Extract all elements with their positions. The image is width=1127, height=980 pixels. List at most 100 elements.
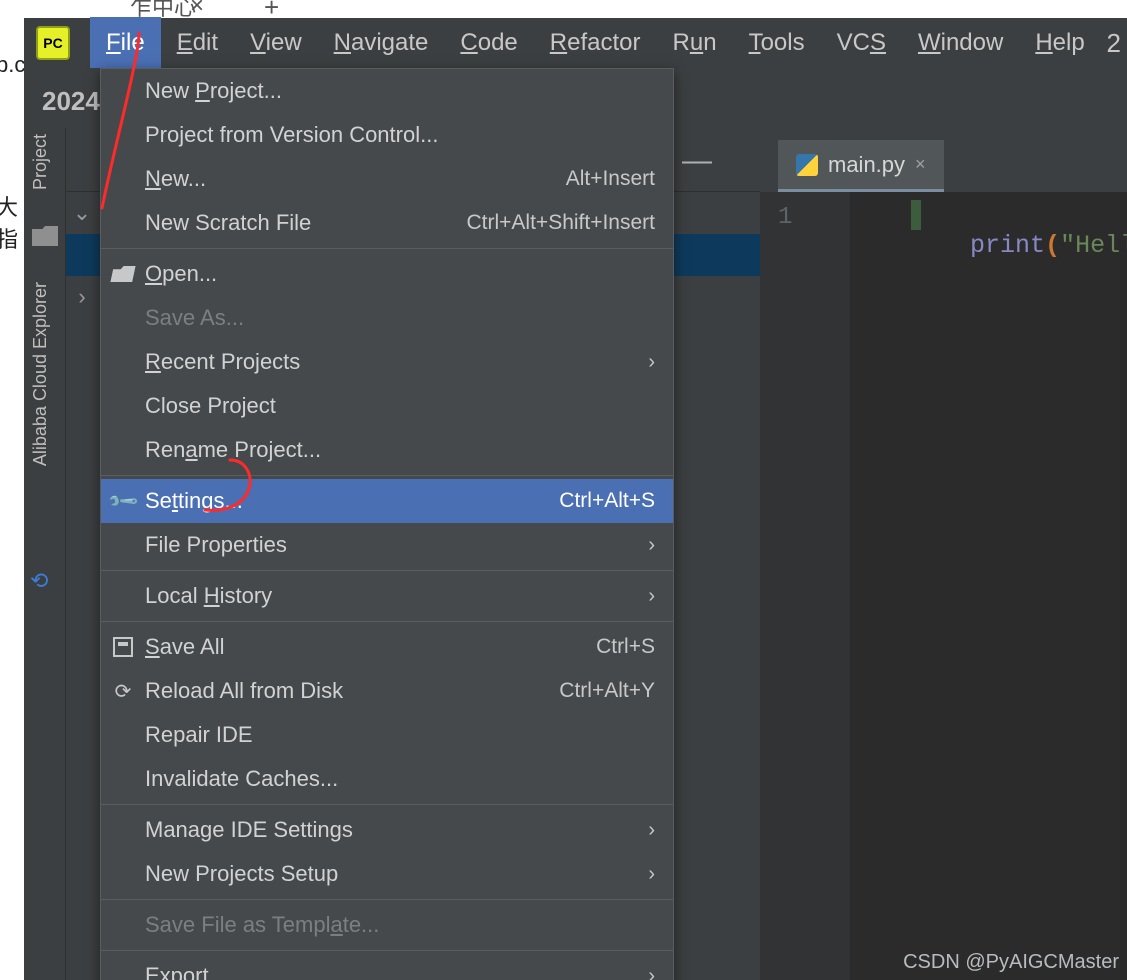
menu-vcs[interactable]: VCS [821, 17, 902, 69]
menu-item-label: Save File as Template... [145, 912, 379, 938]
menu-navigate[interactable]: Navigate [318, 17, 445, 69]
editor-gutter: 1 [760, 192, 850, 980]
code-paren: ( [1045, 231, 1060, 260]
menu-separator [101, 621, 673, 622]
menu-item-save-file-as-template: Save File as Template... [101, 903, 673, 947]
code-string: "Hello Wor [1060, 231, 1127, 260]
editor-tab-label: main.py [828, 152, 905, 178]
chevron-right-icon[interactable]: › [66, 284, 98, 310]
code-fn: print [970, 231, 1045, 260]
menu-item-save-as: Save As... [101, 296, 673, 340]
menu-item-reload-all-from-disk[interactable]: ⟳ Reload All from Disk Ctrl+Alt+Y [101, 669, 673, 713]
menu-separator [101, 950, 673, 951]
menu-item-label: New Scratch File [145, 210, 311, 236]
menu-item-label: Recent Projects [145, 349, 300, 375]
menu-item-rename-project[interactable]: Rename Project... [101, 428, 673, 472]
app-icon-label: PC [43, 35, 62, 51]
menu-item-export[interactable]: Export › [101, 954, 673, 980]
chevron-right-icon: › [648, 965, 655, 980]
left-gutter: Project Alibaba Cloud Explorer ⟲ [24, 128, 66, 980]
menu-code[interactable]: Code [444, 17, 533, 69]
file-menu-dropdown[interactable]: New Project... Project from Version Contr… [100, 68, 674, 980]
menu-item-new-scratch-file[interactable]: New Scratch FileCtrl+Alt+Shift+Insert [101, 201, 673, 245]
menu-item-label: Save As... [145, 305, 244, 331]
menu-bar: PC FileEditViewNavigateCodeRefactorRunTo… [24, 18, 1127, 68]
menu-item-shortcut: Alt+Insert [566, 167, 655, 191]
menu-item-new-projects-setup[interactable]: New Projects Setup › [101, 852, 673, 896]
menu-separator [101, 899, 673, 900]
nav-path-fragment[interactable]: 2024 [42, 86, 100, 117]
menu-item-save-all[interactable]: Save All Ctrl+S [101, 625, 673, 669]
menu-view[interactable]: View [234, 17, 318, 69]
menu-item-recent-projects[interactable]: Recent Projects › [101, 340, 673, 384]
minimize-icon[interactable]: — [682, 144, 712, 178]
menu-separator [101, 475, 673, 476]
menu-item-manage-ide-settings[interactable]: Manage IDE Settings › [101, 808, 673, 852]
menu-item-label: Close Project [145, 393, 276, 419]
menu-item-label: Project from Version Control... [145, 122, 438, 148]
menu-item-shortcut: Ctrl+Alt+S [559, 489, 655, 513]
close-icon[interactable]: × [915, 154, 926, 175]
menu-item-label: New Project... [145, 78, 282, 104]
menu-item-label: New Projects Setup [145, 861, 338, 887]
menu-item-invalidate-caches[interactable]: Invalidate Caches... [101, 757, 673, 801]
alibaba-icon: ⟲ [30, 568, 48, 594]
menu-item-repair-ide[interactable]: Repair IDE [101, 713, 673, 757]
watermark: CSDN @PyAIGCMaster [903, 951, 1119, 974]
save-icon [111, 635, 135, 659]
menu-item-local-history[interactable]: Local History› [101, 574, 673, 618]
folder-icon [32, 226, 58, 246]
menu-item-project-from-version-control[interactable]: Project from Version Control... [101, 113, 673, 157]
menu-separator [101, 570, 673, 571]
menu-item-settings[interactable]: 🔧Settings... Ctrl+Alt+S [101, 479, 673, 523]
menu-item-new[interactable]: New... Alt+Insert [101, 157, 673, 201]
app-icon: PC [36, 26, 70, 60]
menu-item-shortcut: Ctrl+Alt+Y [559, 679, 655, 703]
menu-truncated: 2 [1107, 28, 1121, 59]
background-text-2: 大指 [0, 190, 18, 254]
line-number: 1 [760, 202, 850, 233]
chevron-right-icon: › [648, 819, 655, 842]
menu-item-label: Repair IDE [145, 722, 253, 748]
menu-separator [101, 804, 673, 805]
menu-item-label: Rename Project... [145, 437, 321, 463]
menu-item-new-project[interactable]: New Project... [101, 69, 673, 113]
menu-window[interactable]: Window [902, 17, 1019, 69]
chevron-down-icon[interactable]: ⌄ [66, 200, 98, 226]
menu-item-label: Reload All from Disk [145, 678, 343, 704]
editor-tab-main[interactable]: main.py × [778, 140, 944, 192]
python-icon [796, 154, 818, 176]
chevron-right-icon: › [648, 351, 655, 374]
code-editor[interactable]: print("Hello Wor [850, 192, 1127, 980]
background-text-1: p.c [0, 52, 25, 78]
menu-item-label: File Properties [145, 532, 287, 558]
menu-item-open[interactable]: Open... [101, 252, 673, 296]
chevron-right-icon: › [648, 863, 655, 886]
menu-item-close-project[interactable]: Close Project [101, 384, 673, 428]
chevron-right-icon: › [648, 534, 655, 557]
menu-item-label: Invalidate Caches... [145, 766, 338, 792]
menu-item-label: Save All [145, 634, 225, 660]
wrench-icon: 🔧 [106, 484, 140, 518]
caret-highlight [911, 200, 921, 230]
menu-item-file-properties[interactable]: File Properties › [101, 523, 673, 567]
editor-tabbar: main.py × [760, 128, 1127, 192]
menu-tools[interactable]: Tools [733, 17, 821, 69]
menu-edit[interactable]: Edit [161, 17, 234, 69]
menu-item-label: Settings... [145, 488, 243, 514]
menu-item-label: Export [145, 963, 209, 980]
reload-icon: ⟳ [111, 679, 135, 703]
chevron-right-icon: › [648, 585, 655, 608]
ide-window: PC FileEditViewNavigateCodeRefactorRunTo… [24, 18, 1127, 980]
alibaba-tool-button[interactable]: Alibaba Cloud Explorer [30, 282, 51, 466]
menu-item-label: Manage IDE Settings [145, 817, 353, 843]
project-tool-button[interactable]: Project [30, 134, 51, 190]
menu-refactor[interactable]: Refactor [534, 17, 657, 69]
editor-area: main.py × 1 print("Hello Wor [760, 128, 1127, 980]
menu-item-label: New... [145, 166, 206, 192]
menu-file[interactable]: File [90, 17, 161, 69]
menu-run[interactable]: Run [657, 17, 733, 69]
menu-help[interactable]: Help [1019, 17, 1100, 69]
menu-item-shortcut: Ctrl+S [596, 635, 655, 659]
menu-item-label: Open... [145, 261, 217, 287]
